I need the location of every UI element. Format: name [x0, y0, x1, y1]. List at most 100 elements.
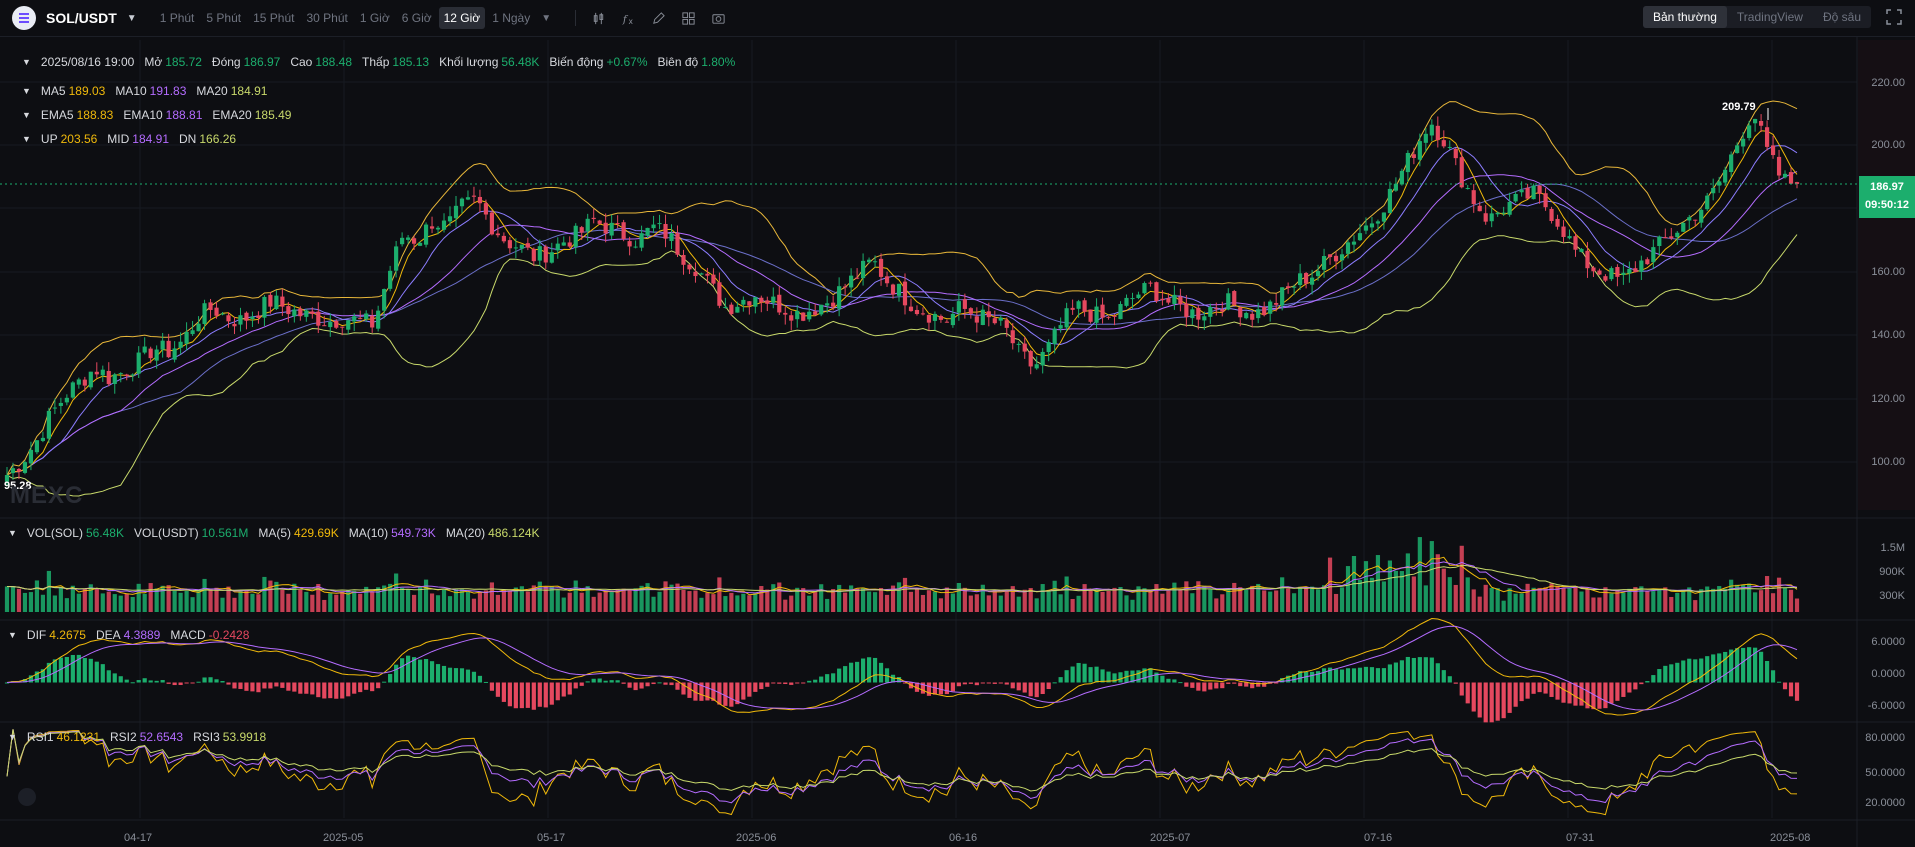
- macd-bar: [986, 682, 991, 684]
- macd-bar: [328, 682, 333, 699]
- candle-body: [986, 311, 991, 318]
- rsi-info: ▼ RSI1 46.1231 RSI2 52.6543 RSI3 53.9918: [8, 730, 276, 744]
- rsi-collapse-icon[interactable]: ▼: [8, 732, 17, 742]
- vol-collapse-icon[interactable]: ▼: [8, 528, 17, 538]
- candle-body: [1034, 364, 1039, 369]
- volume-bar: [884, 594, 890, 612]
- candle-body: [693, 271, 698, 277]
- macd-bar: [603, 680, 608, 683]
- volume-bar: [872, 592, 878, 612]
- macd-bar: [1082, 663, 1087, 683]
- macd-bar: [1100, 669, 1105, 683]
- volume-bar: [699, 597, 704, 612]
- volume-bar: [555, 590, 560, 612]
- macd-bar: [274, 682, 279, 687]
- macd-bar: [1166, 678, 1171, 683]
- candle-body: [1615, 266, 1620, 277]
- volume-bar: [705, 592, 710, 612]
- candle-body: [741, 299, 746, 305]
- volume-bar: [1471, 589, 1476, 612]
- candle-body: [561, 242, 566, 246]
- macd-bar: [352, 682, 357, 694]
- candle-body: [1609, 268, 1614, 280]
- x-tick: 2025-06: [736, 832, 777, 844]
- candle-body: [771, 296, 776, 303]
- macd-bar: [519, 682, 524, 709]
- candle-body: [992, 318, 997, 324]
- volume-bar: [358, 593, 363, 612]
- macd-bar: [1357, 667, 1363, 683]
- candle-body: [1453, 148, 1458, 159]
- macd-bar: [1178, 682, 1183, 684]
- candle-body: [1549, 208, 1554, 221]
- volume-bar: [1112, 587, 1117, 612]
- macd-info: ▼ DIF 4.2675 DEA 4.3889 MACD -0.2428: [8, 628, 259, 642]
- ma5-label: MA5: [40, 84, 66, 98]
- macd-bar: [1687, 658, 1692, 683]
- candle-body: [70, 382, 75, 398]
- macd-bar: [1549, 682, 1554, 697]
- macd-bar: [968, 682, 973, 684]
- candle-body: [825, 303, 830, 306]
- candle-body: [106, 370, 111, 385]
- ma-collapse-icon[interactable]: ▼: [22, 86, 31, 96]
- candle-body: [1040, 351, 1045, 366]
- candle-body: [872, 261, 878, 263]
- macd-bar: [166, 682, 171, 684]
- macd-bar: [154, 680, 159, 683]
- macd-bar: [118, 676, 123, 683]
- collapse-chevron-icon[interactable]: ▼: [22, 57, 31, 67]
- boll-collapse-icon[interactable]: ▼: [22, 134, 31, 144]
- candle-body: [1268, 301, 1273, 314]
- ema-collapse-icon[interactable]: ▼: [22, 110, 31, 120]
- candle-body: [1687, 217, 1692, 221]
- macd-bar: [268, 682, 273, 689]
- volume-bar: [1591, 597, 1596, 612]
- volume-bar: [172, 590, 177, 612]
- candle-body: [567, 242, 572, 247]
- volume-bar: [1651, 591, 1656, 612]
- macd-bar: [609, 680, 614, 683]
- macd-bar: [1621, 682, 1626, 697]
- candle-body: [968, 308, 973, 314]
- volume-bar: [232, 597, 237, 612]
- candle-body: [1130, 298, 1135, 300]
- macd-bar: [388, 673, 393, 683]
- macd-bar: [878, 662, 884, 683]
- high-label: Cao: [290, 55, 313, 69]
- macd-bar: [1058, 677, 1063, 683]
- vol-ma20-label: MA(20): [445, 526, 486, 540]
- candle-body: [1633, 268, 1638, 273]
- close-value: 186.97: [243, 55, 281, 69]
- candle-body: [142, 346, 147, 353]
- macd-bar: [944, 682, 949, 695]
- candle-body: [1028, 351, 1033, 367]
- candlestick-chart[interactable]: [0, 0, 1915, 847]
- macd-bar: [860, 658, 866, 683]
- close-label: Đóng: [211, 55, 241, 69]
- volume-bar: [1723, 588, 1728, 612]
- volume-bar: [1118, 586, 1123, 612]
- candle-body: [1788, 172, 1794, 184]
- volume-bar: [525, 591, 530, 612]
- macd-bar: [292, 682, 297, 692]
- candle-body: [154, 349, 159, 361]
- volume-bar: [280, 589, 285, 612]
- macd-bar: [1519, 682, 1524, 702]
- macd-bar: [1435, 663, 1440, 683]
- volume-bar: [1148, 590, 1153, 612]
- candle-body: [1100, 304, 1105, 318]
- macd-collapse-icon[interactable]: ▼: [8, 630, 17, 640]
- ma20-value: 184.91: [230, 84, 268, 98]
- ma10-value: 191.83: [149, 84, 187, 98]
- volume-bar: [340, 592, 345, 612]
- candle-body: [1345, 242, 1351, 254]
- macd-bar: [226, 682, 231, 685]
- candle-body: [902, 281, 908, 306]
- candle-body: [58, 402, 63, 406]
- macd-bar: [813, 679, 818, 683]
- high-marker: 209.79: [1722, 101, 1756, 113]
- volume-bar: [986, 595, 991, 612]
- candle-body: [956, 301, 961, 313]
- candle-body: [1651, 247, 1656, 263]
